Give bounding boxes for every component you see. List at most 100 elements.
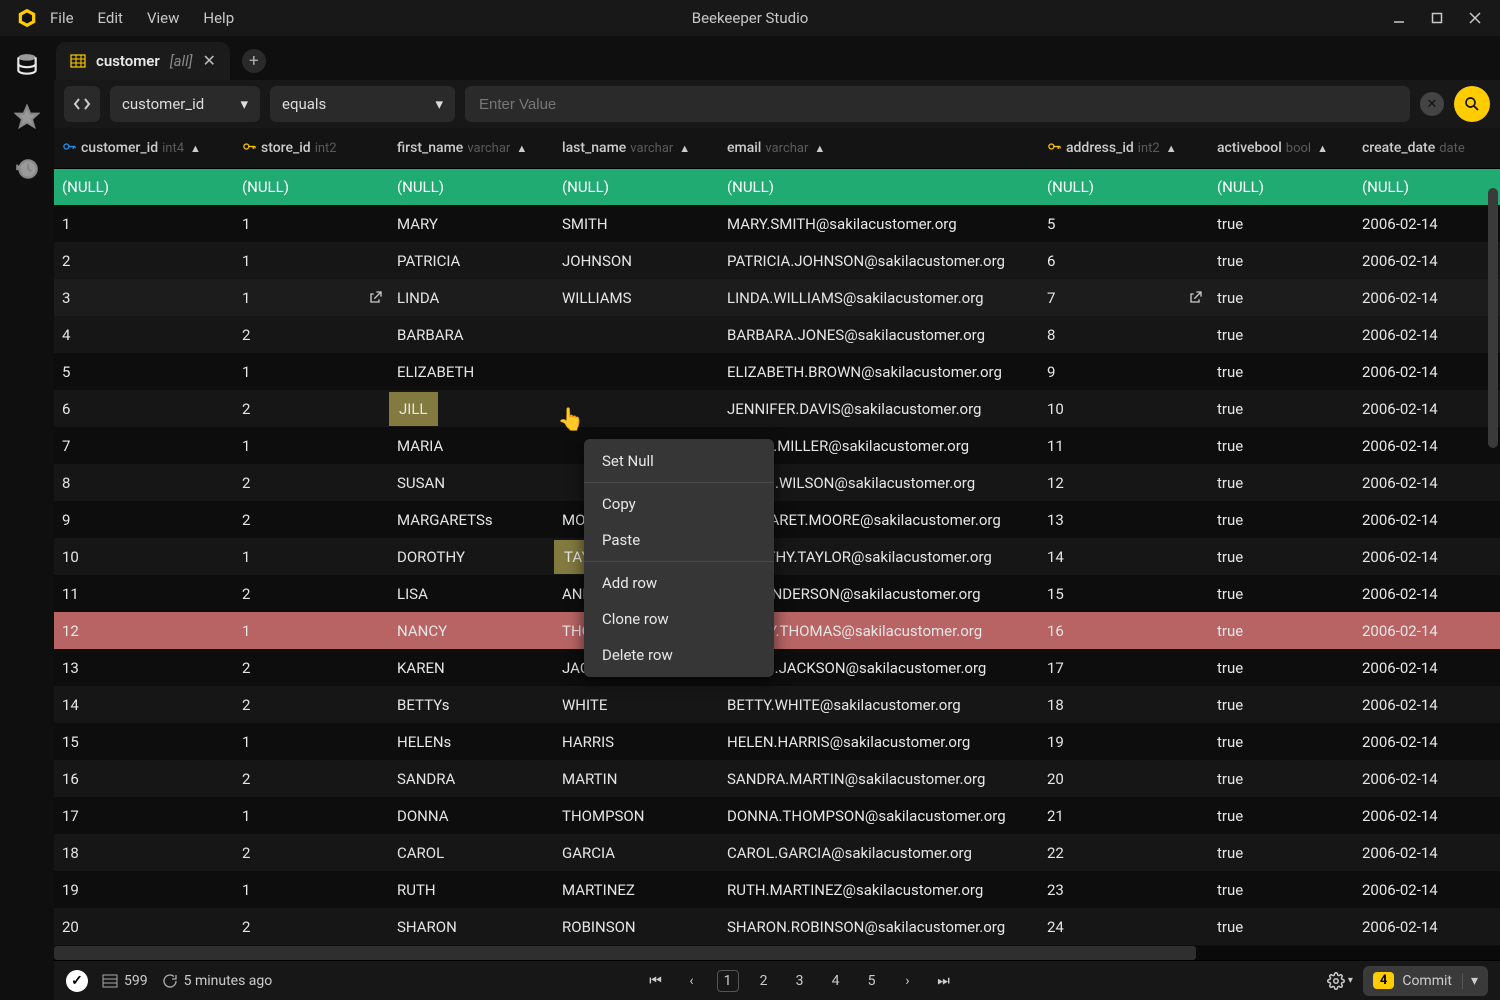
table-cell[interactable]: true bbox=[1209, 575, 1354, 612]
context-menu-item[interactable]: Set Null bbox=[584, 443, 774, 479]
window-close-icon[interactable] bbox=[1468, 11, 1482, 25]
pager-page-2[interactable]: 2 bbox=[753, 970, 775, 992]
table-row[interactable]: 11MARYSMITHMARY.SMITH@sakilacustomer.org… bbox=[54, 205, 1500, 242]
table-row[interactable]: 162SANDRAMARTINSANDRA.MARTIN@sakilacusto… bbox=[54, 760, 1500, 797]
pager-page-3[interactable]: 3 bbox=[789, 970, 811, 992]
table-cell[interactable]: 1 bbox=[234, 205, 389, 242]
table-cell[interactable]: 23 bbox=[1039, 871, 1209, 908]
window-minimize-icon[interactable] bbox=[1392, 11, 1406, 25]
table-cell[interactable]: PATRICIA.JOHNSON@sakilacustomer.org bbox=[719, 242, 1039, 279]
history-icon[interactable] bbox=[14, 156, 40, 182]
table-cell[interactable]: 24 bbox=[1039, 908, 1209, 945]
table-cell[interactable]: 2006-02-14 bbox=[1354, 279, 1500, 316]
table-cell[interactable]: 1 bbox=[234, 871, 389, 908]
open-external-icon[interactable] bbox=[367, 290, 383, 306]
table-cell[interactable]: 13 bbox=[1039, 501, 1209, 538]
table-cell[interactable]: true bbox=[1209, 205, 1354, 242]
table-cell[interactable]: true bbox=[1209, 316, 1354, 353]
table-cell[interactable]: MARTIN bbox=[554, 760, 719, 797]
table-row[interactable]: 51ELIZABETHELIZABETH.BROWN@sakilacustome… bbox=[54, 353, 1500, 390]
table-cell[interactable]: 2006-02-14 bbox=[1354, 834, 1500, 871]
table-cell[interactable]: 18 bbox=[1039, 686, 1209, 723]
table-row[interactable]: 42BARBARABARBARA.JONES@sakilacustomer.or… bbox=[54, 316, 1500, 353]
table-row[interactable]: 202SHARONROBINSONSHARON.ROBINSON@sakilac… bbox=[54, 908, 1500, 945]
table-cell[interactable]: SHARON.ROBINSON@sakilacustomer.org bbox=[719, 908, 1039, 945]
table-cell[interactable]: 17 bbox=[1039, 649, 1209, 686]
context-menu-item[interactable]: Add row bbox=[584, 565, 774, 601]
table-cell[interactable]: 14 bbox=[54, 686, 234, 723]
table-cell[interactable]: 5 bbox=[1039, 205, 1209, 242]
table-cell[interactable]: (NULL) bbox=[719, 168, 1039, 205]
table-cell[interactable]: MARY.SMITH@sakilacustomer.org bbox=[719, 205, 1039, 242]
table-row[interactable]: 132KARENJACKSONsKAREN.JACKSON@sakilacust… bbox=[54, 649, 1500, 686]
window-maximize-icon[interactable] bbox=[1430, 11, 1444, 25]
table-cell[interactable]: 2 bbox=[234, 834, 389, 871]
table-cell[interactable]: BARBARA.JONES@sakilacustomer.org bbox=[719, 316, 1039, 353]
column-header-store_id[interactable]: store_idint2 bbox=[234, 128, 389, 168]
table-cell[interactable]: ELIZABETH.BROWN@sakilacustomer.org bbox=[719, 353, 1039, 390]
table-cell[interactable]: MARTINEZ bbox=[554, 871, 719, 908]
table-cell[interactable]: 2006-02-14 bbox=[1354, 575, 1500, 612]
table-cell[interactable]: 12 bbox=[54, 612, 234, 649]
table-cell[interactable]: 11 bbox=[1039, 427, 1209, 464]
table-cell[interactable]: 2006-02-14 bbox=[1354, 205, 1500, 242]
table-cell[interactable]: 2006-02-14 bbox=[1354, 871, 1500, 908]
table-cell[interactable]: DONNA bbox=[389, 797, 554, 834]
table-cell[interactable]: 2006-02-14 bbox=[1354, 316, 1500, 353]
table-row[interactable]: 142BETTYsWHITEBETTY.WHITE@sakilacustomer… bbox=[54, 686, 1500, 723]
table-cell[interactable]: 3 bbox=[54, 279, 234, 316]
table-cell[interactable]: true bbox=[1209, 686, 1354, 723]
table-cell[interactable]: WILLIAMS bbox=[554, 279, 719, 316]
table-cell[interactable]: 1 bbox=[234, 797, 389, 834]
table-cell[interactable]: 14 bbox=[1039, 538, 1209, 575]
table-cell[interactable]: 11 bbox=[54, 575, 234, 612]
table-cell[interactable]: 22 bbox=[1039, 834, 1209, 871]
table-cell[interactable]: 2006-02-14 bbox=[1354, 612, 1500, 649]
table-cell[interactable]: 2 bbox=[234, 760, 389, 797]
pager-last-button[interactable]: ⏭ bbox=[933, 970, 955, 992]
table-cell[interactable]: 2006-02-14 bbox=[1354, 538, 1500, 575]
table-cell[interactable]: 8 bbox=[1039, 316, 1209, 353]
table-row[interactable]: 151HELENsHARRISHELEN.HARRIS@sakilacustom… bbox=[54, 723, 1500, 760]
tab-customer[interactable]: customer [all] ✕ bbox=[56, 42, 230, 80]
table-cell[interactable]: true bbox=[1209, 538, 1354, 575]
table-cell[interactable]: DOROTHY bbox=[389, 538, 554, 575]
table-cell[interactable]: SHARON bbox=[389, 908, 554, 945]
pager-page-5[interactable]: 5 bbox=[861, 970, 883, 992]
table-cell[interactable] bbox=[554, 353, 719, 390]
table-cell[interactable]: true bbox=[1209, 723, 1354, 760]
horizontal-scrollbar[interactable] bbox=[54, 946, 1196, 960]
table-cell[interactable]: 1 bbox=[54, 205, 234, 242]
table-cell[interactable]: 2006-02-14 bbox=[1354, 760, 1500, 797]
table-cell[interactable]: BETTYs bbox=[389, 686, 554, 723]
add-tab-button[interactable]: + bbox=[242, 49, 266, 73]
table-cell[interactable]: HELEN.HARRIS@sakilacustomer.org bbox=[719, 723, 1039, 760]
table-cell[interactable]: HARRIS bbox=[554, 723, 719, 760]
table-cell[interactable]: 16 bbox=[54, 760, 234, 797]
table-cell[interactable]: 17 bbox=[54, 797, 234, 834]
column-header-first_name[interactable]: first_namevarchar▲ bbox=[389, 128, 554, 168]
table-cell[interactable] bbox=[554, 316, 719, 353]
filter-column-select[interactable]: customer_id ▾ bbox=[110, 86, 260, 122]
table-cell[interactable]: MARIA bbox=[389, 427, 554, 464]
table-row[interactable]: (NULL)(NULL)(NULL)(NULL)(NULL)(NULL)(NUL… bbox=[54, 168, 1500, 205]
table-cell[interactable]: true bbox=[1209, 871, 1354, 908]
table-cell[interactable]: 2006-02-14 bbox=[1354, 649, 1500, 686]
table-cell[interactable]: NANCY bbox=[389, 612, 554, 649]
table-cell[interactable]: 4 bbox=[54, 316, 234, 353]
column-header-create_date[interactable]: create_datedate bbox=[1354, 128, 1500, 168]
table-row[interactable]: 71MARIAMARIA.MILLER@sakilacustomer.org11… bbox=[54, 427, 1500, 464]
table-cell[interactable]: (NULL) bbox=[1039, 168, 1209, 205]
context-menu-item[interactable]: Clone row bbox=[584, 601, 774, 637]
table-cell[interactable]: 1 bbox=[234, 612, 389, 649]
table-cell[interactable]: LINDA.WILLIAMS@sakilacustomer.org bbox=[719, 279, 1039, 316]
table-cell[interactable]: SANDRA.MARTIN@sakilacustomer.org bbox=[719, 760, 1039, 797]
table-cell[interactable]: MARY bbox=[389, 205, 554, 242]
table-cell[interactable]: true bbox=[1209, 612, 1354, 649]
table-cell[interactable]: HELENs bbox=[389, 723, 554, 760]
table-cell[interactable]: 10 bbox=[54, 538, 234, 575]
commit-button[interactable]: 4 Commit ▾ bbox=[1363, 966, 1488, 996]
column-header-customer_id[interactable]: customer_idint4▲ bbox=[54, 128, 234, 168]
table-cell[interactable]: true bbox=[1209, 353, 1354, 390]
table-cell[interactable]: 10 bbox=[1039, 390, 1209, 427]
